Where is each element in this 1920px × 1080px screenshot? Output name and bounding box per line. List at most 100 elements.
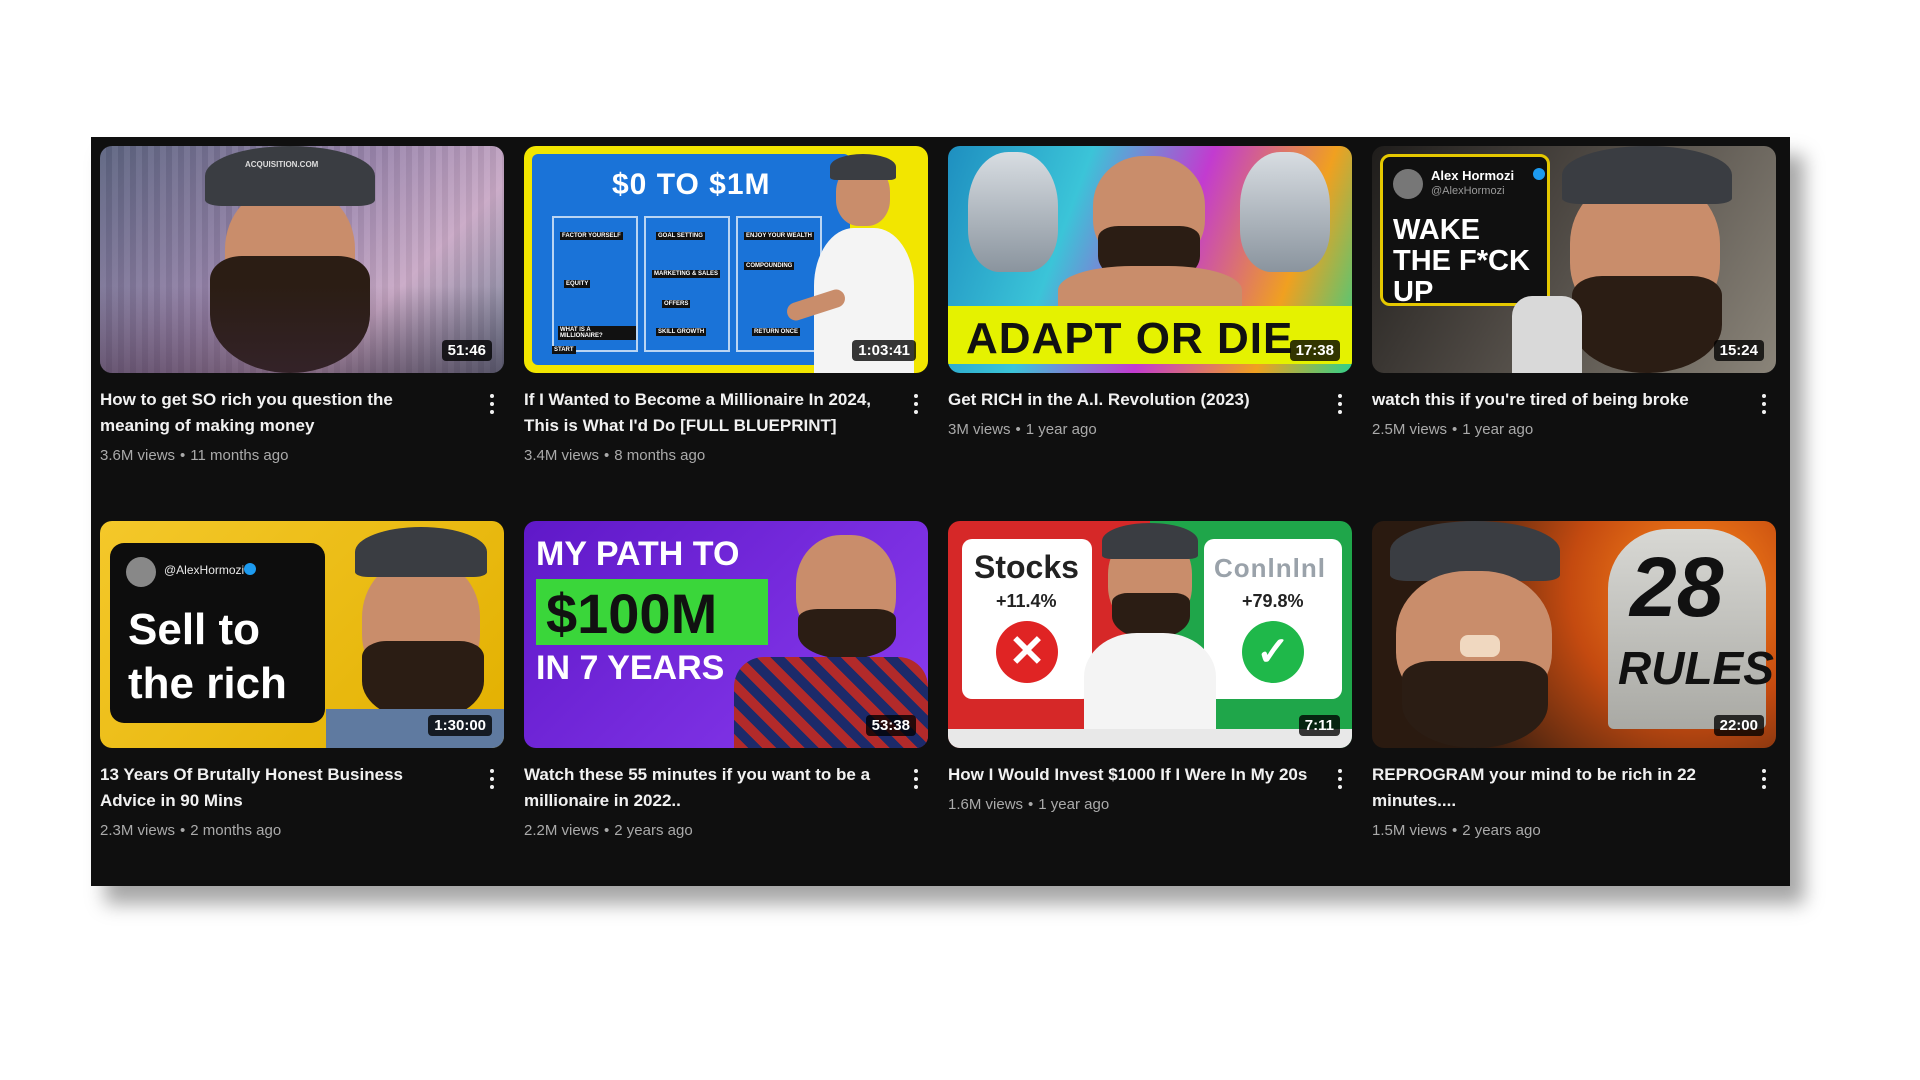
- separator: •: [1452, 421, 1458, 438]
- video-title[interactable]: If I Wanted to Become a Millionaire In 2…: [524, 387, 886, 439]
- table-edge: [948, 729, 1352, 748]
- video-meta-text: How to get SO rich you question the mean…: [100, 387, 480, 467]
- rules-number: 28: [1630, 540, 1724, 634]
- tweet-text: WAKE THE F*CK UP: [1393, 214, 1530, 308]
- video-title[interactable]: How I Would Invest $1000 If I Were In My…: [948, 762, 1310, 788]
- view-count: 3.4M views: [524, 447, 600, 464]
- video-card[interactable]: ADAPT OR DIE 17:38 Get RICH in the A.I. …: [948, 146, 1352, 521]
- board-column: FACTOR YOURSELF EQUITY WHAT IS A MILLION…: [552, 216, 638, 352]
- video-meta-text: REPROGRAM your mind to be rich in 22 min…: [1372, 762, 1752, 842]
- check-mark-icon: ✓: [1242, 621, 1304, 683]
- video-card[interactable]: @AlexHormozi Sell to the rich 1:30:00 13…: [100, 521, 504, 896]
- video-card[interactable]: Stocks +11.4% ✕ Conlnlnl +79.8% ✓ 7:11 H…: [948, 521, 1352, 896]
- nose-bandage: [1460, 635, 1500, 657]
- board-label: ENJOY YOUR WEALTH: [744, 232, 815, 240]
- video-grid: ACQUISITION.COM 51:46 How to get SO rich…: [100, 146, 1776, 896]
- avatar: [126, 557, 156, 587]
- tweet-handle: @AlexHormozi: [1431, 185, 1505, 197]
- video-stats: 1.5M views • 2 years ago: [1372, 820, 1734, 842]
- board-label: EQUITY: [564, 280, 591, 288]
- video-meta: Get RICH in the A.I. Revolution (2023) 3…: [948, 387, 1352, 441]
- tweet-name: Alex Hormozi: [1431, 168, 1515, 183]
- video-card[interactable]: MY PATH TO $100M IN 7 YEARS 53:38 Watch …: [524, 521, 928, 896]
- video-title[interactable]: How to get SO rich you question the mean…: [100, 387, 462, 439]
- view-count: 2.3M views: [100, 822, 176, 839]
- video-thumbnail[interactable]: ACQUISITION.COM 51:46: [100, 146, 504, 373]
- video-thumbnail[interactable]: MY PATH TO $100M IN 7 YEARS 53:38: [524, 521, 928, 748]
- tombstone: 28 RULES: [1608, 529, 1774, 729]
- cap: [1562, 146, 1732, 204]
- more-options-icon[interactable]: [480, 387, 504, 415]
- robot-head-left: [968, 152, 1058, 272]
- more-options-icon[interactable]: [1752, 762, 1776, 790]
- video-grid-panel: ACQUISITION.COM 51:46 How to get SO rich…: [91, 137, 1790, 886]
- board-label: SKILL GROWTH: [656, 328, 707, 336]
- separator: •: [604, 822, 610, 839]
- verified-icon: [1533, 168, 1545, 180]
- video-meta-text: watch this if you're tired of being brok…: [1372, 387, 1752, 441]
- video-thumbnail[interactable]: Alex Hormozi @AlexHormozi WAKE THE F*CK …: [1372, 146, 1776, 373]
- view-count: 3.6M views: [100, 447, 176, 464]
- video-thumbnail[interactable]: @AlexHormozi Sell to the rich 1:30:00: [100, 521, 504, 748]
- view-count: 1.5M views: [1372, 822, 1448, 839]
- notebook: [1512, 296, 1582, 373]
- video-card[interactable]: Alex Hormozi @AlexHormozi WAKE THE F*CK …: [1372, 146, 1776, 521]
- more-options-icon[interactable]: [904, 387, 928, 415]
- video-meta: Watch these 55 minutes if you want to be…: [524, 762, 928, 842]
- x-mark-icon: ✕: [996, 621, 1058, 683]
- upload-age: 1 year ago: [1038, 796, 1110, 813]
- video-card[interactable]: ACQUISITION.COM 51:46 How to get SO rich…: [100, 146, 504, 521]
- video-thumbnail[interactable]: $0 TO $1M FACTOR YOURSELF EQUITY WHAT IS…: [524, 146, 928, 373]
- tweet-card: Alex Hormozi @AlexHormozi WAKE THE F*CK …: [1380, 154, 1550, 308]
- video-title[interactable]: watch this if you're tired of being brok…: [1372, 387, 1734, 413]
- video-thumbnail[interactable]: ADAPT OR DIE 17:38: [948, 146, 1352, 373]
- more-options-icon[interactable]: [1752, 387, 1776, 415]
- video-thumbnail[interactable]: Stocks +11.4% ✕ Conlnlnl +79.8% ✓ 7:11: [948, 521, 1352, 748]
- duration-badge: 1:03:41: [852, 340, 916, 361]
- separator: •: [604, 447, 610, 464]
- video-title[interactable]: REPROGRAM your mind to be rich in 22 min…: [1372, 762, 1734, 814]
- video-meta-text: How I Would Invest $1000 If I Were In My…: [948, 762, 1328, 816]
- host-beard: [798, 609, 896, 659]
- host-beard: [1402, 661, 1548, 748]
- separator: •: [1452, 822, 1458, 839]
- headline: $0 TO $1M: [612, 168, 771, 201]
- video-thumbnail[interactable]: 28 RULES 22:00: [1372, 521, 1776, 748]
- video-stats: 3.6M views • 11 months ago: [100, 445, 462, 467]
- video-title[interactable]: 13 Years Of Brutally Honest Business Adv…: [100, 762, 462, 814]
- alternative-return: +79.8%: [1242, 591, 1304, 611]
- upload-age: 2 years ago: [614, 822, 693, 839]
- video-title[interactable]: Watch these 55 minutes if you want to be…: [524, 762, 886, 814]
- highlight-box: $100M: [536, 579, 768, 645]
- duration-badge: 15:24: [1713, 340, 1764, 361]
- separator: •: [180, 822, 186, 839]
- video-card[interactable]: $0 TO $1M FACTOR YOURSELF EQUITY WHAT IS…: [524, 146, 928, 521]
- video-meta-text: Watch these 55 minutes if you want to be…: [524, 762, 904, 842]
- cap: [355, 527, 487, 577]
- avatar: [1393, 169, 1423, 199]
- more-options-icon[interactable]: [904, 762, 928, 790]
- upload-age: 1 year ago: [1462, 421, 1534, 438]
- cap: ACQUISITION.COM: [205, 146, 375, 206]
- duration-badge: 51:46: [441, 340, 492, 361]
- video-meta: watch this if you're tired of being brok…: [1372, 387, 1776, 441]
- video-title[interactable]: Get RICH in the A.I. Revolution (2023): [948, 387, 1310, 413]
- board-label: START: [552, 346, 576, 354]
- view-count: 2.5M views: [1372, 421, 1448, 438]
- alternative-card: Conlnlnl +79.8% ✓: [1204, 539, 1342, 699]
- video-stats: 2.2M views • 2 years ago: [524, 820, 886, 842]
- verified-icon: [244, 563, 256, 575]
- board-label: OFFERS: [662, 300, 691, 308]
- stocks-return: +11.4%: [996, 591, 1057, 611]
- video-meta: REPROGRAM your mind to be rich in 22 min…: [1372, 762, 1776, 842]
- more-options-icon[interactable]: [480, 762, 504, 790]
- video-meta: If I Wanted to Become a Millionaire In 2…: [524, 387, 928, 467]
- cap: [830, 154, 896, 180]
- stocks-card: Stocks +11.4% ✕: [962, 539, 1092, 699]
- rules-word: RULES: [1618, 642, 1774, 694]
- video-card[interactable]: 28 RULES 22:00 REPROGRAM your mind to be…: [1372, 521, 1776, 896]
- more-options-icon[interactable]: [1328, 387, 1352, 415]
- board-label: WHAT IS A MILLIONAIRE?: [558, 326, 636, 340]
- more-options-icon[interactable]: [1328, 762, 1352, 790]
- duration-badge: 1:30:00: [428, 715, 492, 736]
